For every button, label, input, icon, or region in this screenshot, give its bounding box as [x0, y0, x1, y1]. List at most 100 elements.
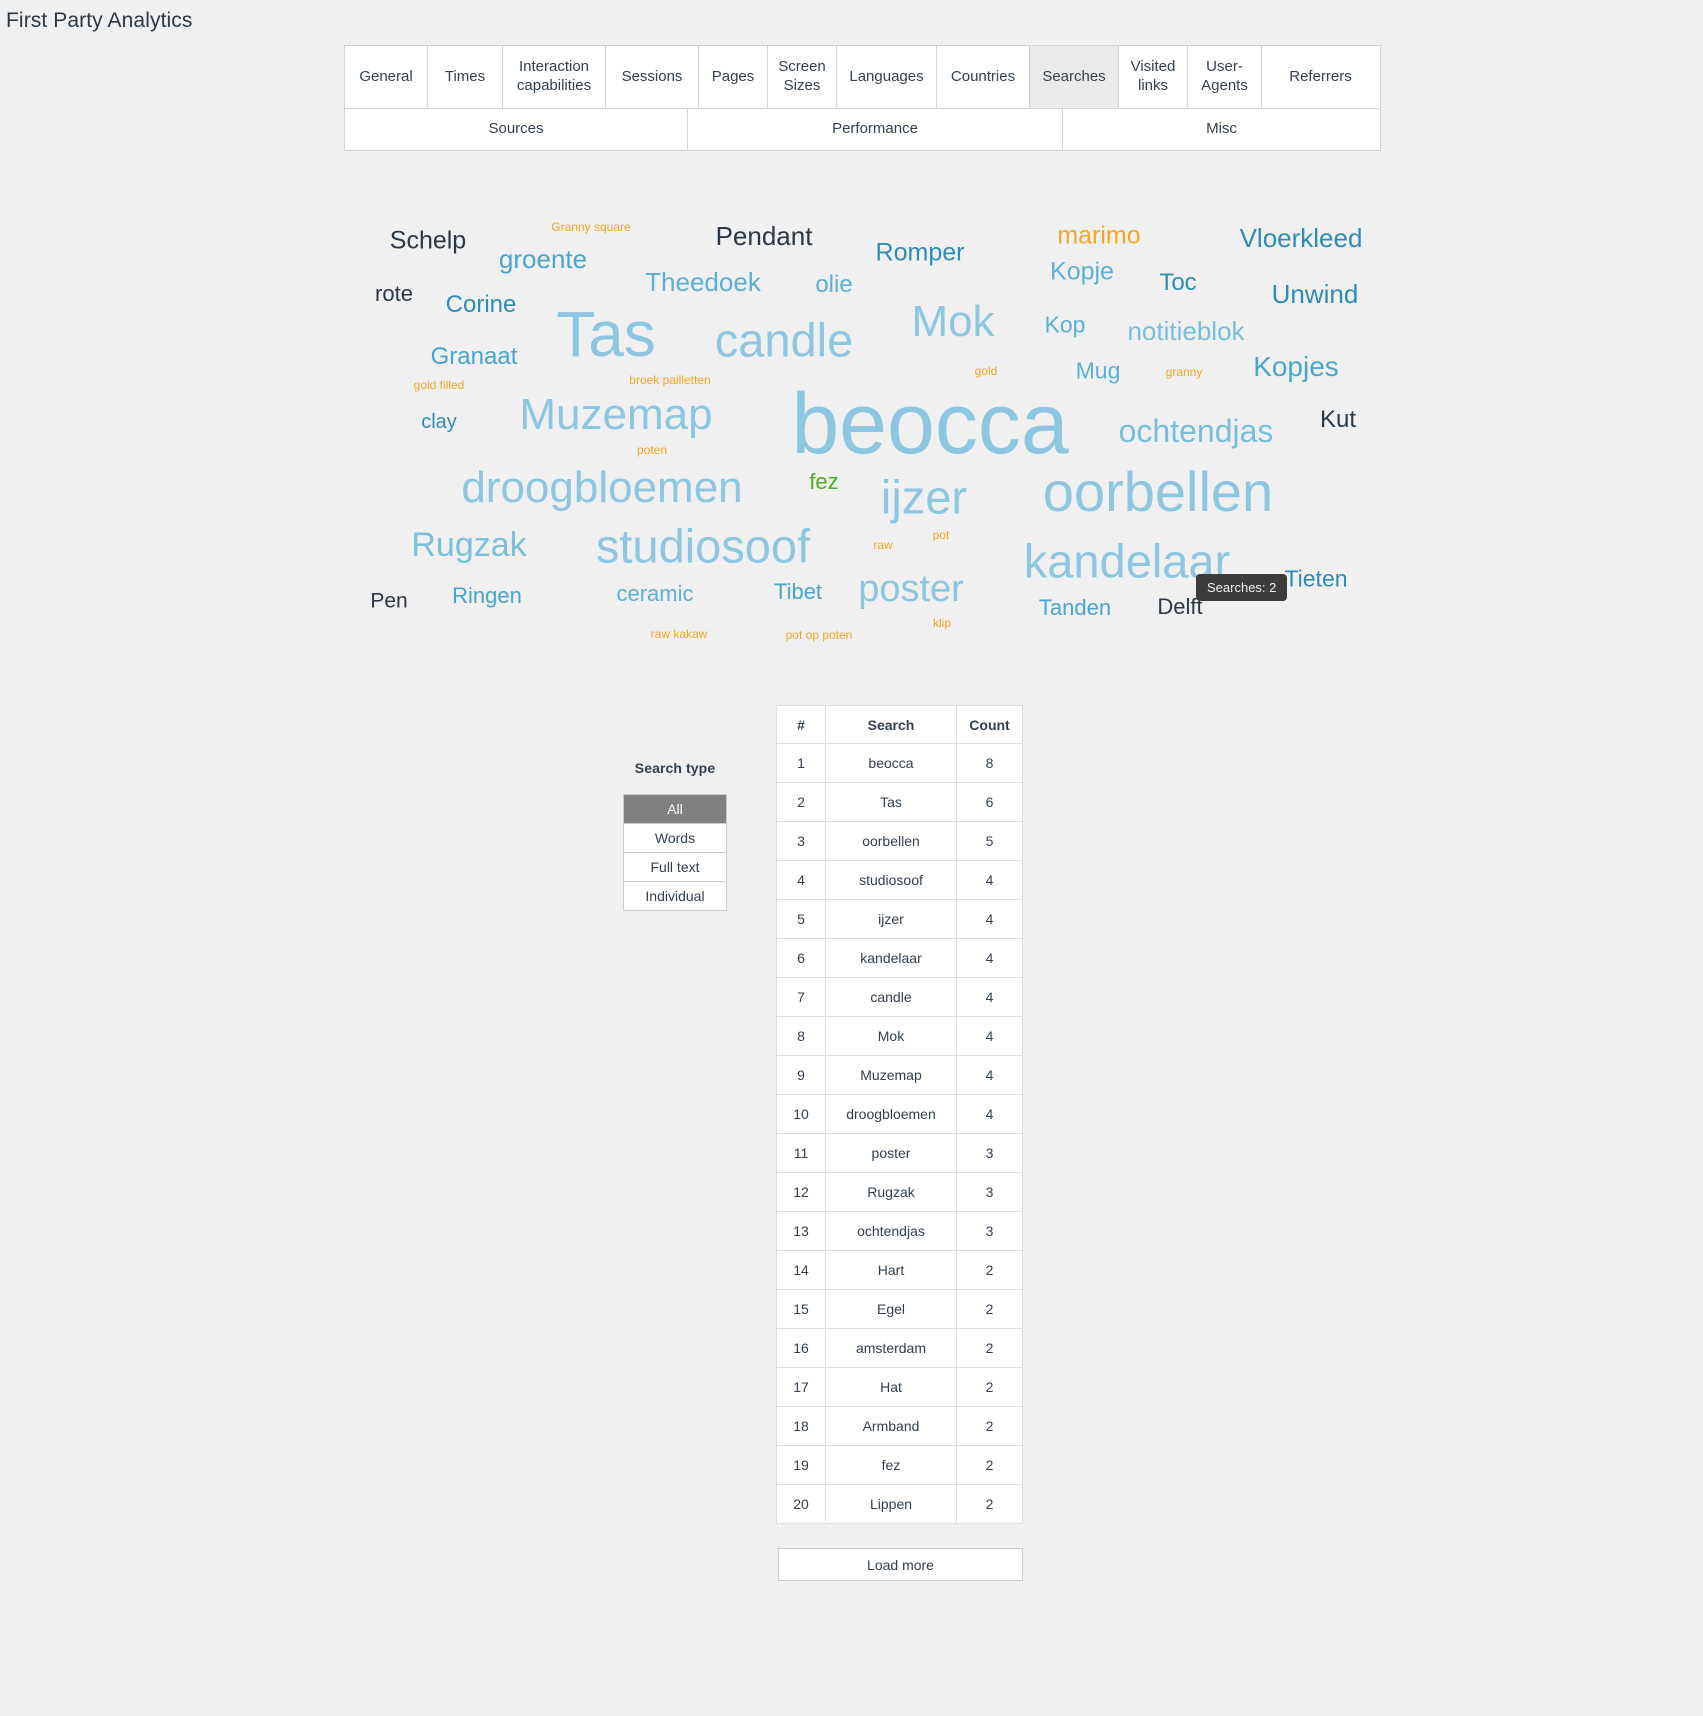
word-cloud-term[interactable]: Pendant	[716, 223, 813, 249]
word-cloud-term[interactable]: Kopjes	[1253, 353, 1339, 381]
table-cell-search: ijzer	[825, 899, 957, 939]
tab-user-agents[interactable]: User-Agents	[1188, 46, 1262, 108]
table-header-rank: #	[776, 705, 826, 744]
word-cloud-term[interactable]: olie	[815, 273, 852, 297]
word-cloud-term[interactable]: studiosoof	[596, 523, 810, 570]
word-cloud-term[interactable]: rote	[375, 283, 413, 305]
search-type-option-all[interactable]: All	[624, 795, 726, 824]
table-cell-rank: 8	[776, 1016, 826, 1056]
tab-general[interactable]: General	[345, 46, 428, 108]
word-cloud-term[interactable]: ijzer	[881, 474, 967, 521]
table-cell-search: beocca	[825, 743, 957, 783]
table-row: 12 Rugzak 3	[776, 1172, 1023, 1212]
word-cloud-term[interactable]: Theedoek	[645, 269, 761, 295]
table-row: 1 beocca 8	[776, 743, 1023, 783]
search-type-option-full-text[interactable]: Full text	[624, 853, 726, 882]
table-cell-rank: 18	[776, 1406, 826, 1446]
table-cell-rank: 4	[776, 860, 826, 900]
table-row: 10 droogbloemen 4	[776, 1094, 1023, 1134]
word-cloud-term[interactable]: raw	[873, 539, 892, 551]
load-more-button[interactable]: Load more	[778, 1548, 1023, 1581]
word-cloud-term[interactable]: Tieten	[1284, 567, 1347, 591]
word-cloud-term[interactable]: Rugzak	[411, 528, 526, 562]
tab-visited-links[interactable]: Visited links	[1119, 46, 1188, 108]
word-cloud-term[interactable]: raw kakaw	[651, 628, 708, 640]
word-cloud-term[interactable]: droogbloemen	[461, 466, 742, 510]
word-cloud-term[interactable]: pot	[933, 529, 950, 541]
word-cloud-term[interactable]: Mug	[1076, 359, 1121, 383]
word-cloud-term[interactable]: fez	[809, 471, 838, 493]
tab-countries[interactable]: Countries	[937, 46, 1030, 108]
table-cell-search: Mok	[825, 1016, 957, 1056]
table-cell-count: 2	[956, 1484, 1023, 1524]
table-cell-count: 2	[956, 1328, 1023, 1368]
word-cloud-term[interactable]: notitieblok	[1127, 318, 1244, 344]
table-cell-count: 2	[956, 1367, 1023, 1407]
word-cloud-term[interactable]: oorbellen	[1043, 464, 1273, 520]
table-cell-count: 2	[956, 1445, 1023, 1485]
search-type-option-individual[interactable]: Individual	[624, 882, 726, 910]
word-cloud-term[interactable]: groente	[499, 246, 587, 272]
table-cell-count: 3	[956, 1172, 1023, 1212]
tab-times[interactable]: Times	[428, 46, 503, 108]
table-cell-count: 2	[956, 1250, 1023, 1290]
word-cloud-term[interactable]: Vloerkleed	[1240, 225, 1363, 251]
word-cloud-term[interactable]: ochtendjas	[1119, 415, 1274, 447]
table-row: 20 Lippen 2	[776, 1484, 1023, 1524]
table-cell-search: oorbellen	[825, 821, 957, 861]
word-cloud-term[interactable]: gold	[975, 365, 998, 377]
table-cell-count: 4	[956, 938, 1023, 978]
word-cloud-term[interactable]: Kop	[1045, 313, 1086, 337]
tab-referrers[interactable]: Referrers	[1262, 46, 1379, 108]
word-cloud-term[interactable]: beocca	[791, 381, 1068, 467]
word-cloud-term[interactable]: ceramic	[616, 583, 693, 605]
word-cloud-term[interactable]: Unwind	[1272, 281, 1359, 307]
word-cloud-term[interactable]: Schelp	[390, 228, 466, 254]
word-cloud-term[interactable]: clay	[421, 412, 457, 432]
word-cloud-term[interactable]: Mok	[911, 300, 994, 344]
tab-pages[interactable]: Pages	[699, 46, 768, 108]
tab-languages[interactable]: Languages	[837, 46, 937, 108]
tab-interaction-capabilities[interactable]: Interaction capabilities	[503, 46, 606, 108]
tab-screen-sizes[interactable]: Screen Sizes	[768, 46, 837, 108]
tab-misc[interactable]: Misc	[1063, 109, 1380, 150]
word-cloud-term[interactable]: Kut	[1320, 408, 1356, 432]
word-cloud-term[interactable]: granny	[1166, 366, 1203, 378]
tab-row-secondary: Sources Performance Misc	[344, 109, 1381, 151]
word-cloud-term[interactable]: Corine	[446, 293, 517, 317]
table-cell-rank: 14	[776, 1250, 826, 1290]
word-cloud-term[interactable]: Tanden	[1039, 597, 1111, 619]
word-cloud-term[interactable]: Tibet	[774, 581, 822, 603]
word-cloud-term[interactable]: Muzemap	[519, 393, 712, 437]
word-cloud-term[interactable]: Toc	[1159, 271, 1196, 295]
table-row: 2 Tas 6	[776, 782, 1023, 822]
search-type-option-words[interactable]: Words	[624, 824, 726, 853]
tab-sources[interactable]: Sources	[345, 109, 688, 150]
table-cell-rank: 2	[776, 782, 826, 822]
word-cloud-term[interactable]: pot op poten	[786, 629, 853, 641]
table-cell-count: 3	[956, 1133, 1023, 1173]
word-cloud-term[interactable]: Kopje	[1050, 259, 1114, 285]
table-row: 6 kandelaar 4	[776, 938, 1023, 978]
word-cloud-term[interactable]: poster	[858, 570, 964, 608]
table-cell-search: Tas	[825, 782, 957, 822]
word-cloud-term[interactable]: Romper	[876, 240, 965, 266]
word-cloud-term[interactable]: Granaat	[431, 345, 518, 369]
tab-sessions[interactable]: Sessions	[606, 46, 699, 108]
word-cloud-term[interactable]: Tas	[556, 302, 656, 366]
word-cloud-term[interactable]: Pen	[370, 591, 407, 612]
table-cell-count: 4	[956, 899, 1023, 939]
word-cloud-term[interactable]: Ringen	[452, 585, 522, 607]
word-cloud-term[interactable]: klip	[933, 617, 951, 629]
tab-row-primary: General Times Interaction capabilities Sess…	[344, 45, 1381, 109]
word-cloud-term[interactable]: candle	[715, 317, 854, 364]
word-cloud-term[interactable]: marimo	[1057, 223, 1140, 249]
word-cloud-term[interactable]: broek pailletten	[629, 374, 710, 386]
word-cloud-term[interactable]: gold filled	[414, 379, 465, 391]
tab-searches[interactable]: Searches	[1030, 46, 1119, 108]
word-cloud-term[interactable]: poten	[637, 444, 667, 456]
tab-performance[interactable]: Performance	[688, 109, 1063, 150]
search-type-label: Search type	[634, 760, 716, 776]
table-row: 14 Hart 2	[776, 1250, 1023, 1290]
word-cloud-term[interactable]: Granny square	[551, 221, 630, 233]
